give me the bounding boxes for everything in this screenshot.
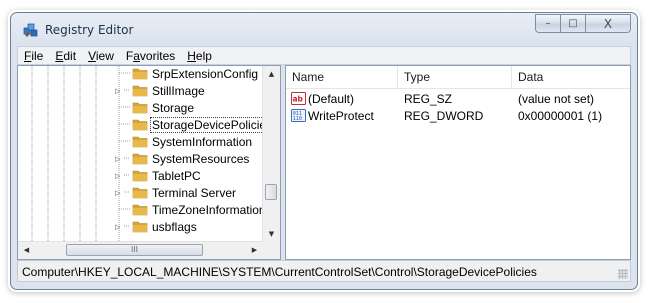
folder-icon xyxy=(132,153,148,165)
key-tree-pane[interactable]: SrpExtensionConfig StillImage ▷ Storage Stor… xyxy=(17,65,281,260)
tree-item-label: SystemInformation xyxy=(152,134,253,149)
tree-item[interactable]: SystemResources xyxy=(132,150,249,167)
tree-vertical-scrollbar[interactable]: ▲ ▼ xyxy=(262,66,280,243)
tree-item-label: SystemResources xyxy=(152,151,250,166)
menu-help[interactable]: Help xyxy=(181,49,218,63)
column-header-type[interactable]: Type xyxy=(398,66,512,88)
title-bar[interactable]: Registry Editor – □ X xyxy=(11,13,637,46)
value-row-writeprotect[interactable]: 011 110 WriteProtect REG_DWORD 0x0000000… xyxy=(286,107,630,124)
expand-arrow-icon[interactable]: ▷ xyxy=(115,223,123,231)
scroll-left-icon[interactable]: ◀ xyxy=(18,242,35,259)
registry-editor-icon xyxy=(23,23,38,37)
registry-editor-window: Registry Editor – □ X File Edit View Fav… xyxy=(10,12,638,290)
value-name-cell: ab (Default) xyxy=(291,91,355,106)
window-title: Registry Editor xyxy=(45,23,134,37)
folder-icon xyxy=(132,102,148,114)
tree-item[interactable]: StorageDevicePolicies xyxy=(132,116,275,133)
menu-file[interactable]: File xyxy=(18,49,49,63)
tree-item-label: TimeZoneInformation xyxy=(152,202,266,217)
expand-arrow-icon[interactable]: ▷ xyxy=(115,172,123,180)
svg-text:ab: ab xyxy=(293,95,304,104)
binary-value-icon: 011 110 xyxy=(291,109,306,122)
values-list-pane[interactable]: Name Type Data ab (Default) REG_SZ (valu… xyxy=(285,65,631,260)
minimize-button[interactable]: – xyxy=(535,14,561,33)
minimize-icon: – xyxy=(545,18,551,29)
menu-favorites[interactable]: Favorites xyxy=(120,49,181,63)
tree-item-label: TabletPC xyxy=(152,168,201,183)
tree-item[interactable]: SystemInformation xyxy=(132,133,252,150)
tree-item[interactable]: Storage xyxy=(132,99,194,116)
scroll-down-icon[interactable]: ▼ xyxy=(263,226,280,243)
tree-item-label: StillImage xyxy=(152,83,205,98)
resize-grip-icon[interactable] xyxy=(618,269,628,279)
value-type-cell: REG_DWORD xyxy=(404,108,484,123)
client-area: SrpExtensionConfig StillImage ▷ Storage Stor… xyxy=(17,65,631,260)
tree-item-label: SrpExtensionConfig xyxy=(152,66,259,81)
tree-item[interactable]: TimeZoneInformation xyxy=(132,201,266,218)
tree-horizontal-scrollbar[interactable]: ◀ III ▶ xyxy=(18,241,263,259)
folder-icon xyxy=(132,221,148,233)
expand-arrow-icon[interactable]: ▷ xyxy=(115,189,123,197)
folder-icon xyxy=(132,187,148,199)
tree-item[interactable]: StillImage xyxy=(132,82,205,99)
tree-item-label: StorageDevicePolicies xyxy=(150,116,275,133)
current-key-path: Computer\HKEY_LOCAL_MACHINE\SYSTEM\Curre… xyxy=(22,265,537,279)
folder-icon xyxy=(132,119,148,131)
scroll-thumb[interactable] xyxy=(265,184,277,200)
menu-edit[interactable]: Edit xyxy=(49,49,82,63)
caption-buttons: – □ X xyxy=(535,14,631,34)
scroll-thumb-horizontal[interactable]: III xyxy=(66,244,203,256)
scrollbar-corner xyxy=(263,242,280,259)
scroll-up-icon[interactable]: ▲ xyxy=(263,66,280,83)
tree-item-label: Storage xyxy=(152,100,195,115)
expand-arrow-icon[interactable]: ▷ xyxy=(115,87,123,95)
value-row-default[interactable]: ab (Default) REG_SZ (value not set) xyxy=(286,90,630,107)
list-header: Name Type Data xyxy=(286,66,630,89)
status-bar: Computer\HKEY_LOCAL_MACHINE\SYSTEM\Curre… xyxy=(17,260,631,282)
folder-icon xyxy=(132,170,148,182)
close-button[interactable]: X xyxy=(586,14,631,33)
scroll-right-icon[interactable]: ▶ xyxy=(246,242,263,259)
tree-item[interactable]: TabletPC xyxy=(132,167,201,184)
value-type-cell: REG_SZ xyxy=(404,91,453,106)
folder-icon xyxy=(132,68,148,80)
value-name-cell: 011 110 WriteProtect xyxy=(291,108,374,123)
svg-text:110: 110 xyxy=(293,116,302,122)
value-data-cell: 0x00000001 (1) xyxy=(518,108,603,123)
close-icon: X xyxy=(603,16,613,31)
menu-bar: File Edit View Favorites Help xyxy=(17,46,631,65)
folder-icon xyxy=(132,204,148,216)
menu-view[interactable]: View xyxy=(82,49,120,63)
tree-item[interactable]: Terminal Server xyxy=(132,184,236,201)
maximize-icon: □ xyxy=(568,18,578,29)
column-header-data[interactable]: Data xyxy=(512,66,630,88)
scroll-grip: III xyxy=(130,245,139,254)
maximize-button[interactable]: □ xyxy=(561,14,586,33)
folder-icon xyxy=(132,136,148,148)
tree-item[interactable]: SrpExtensionConfig xyxy=(132,66,259,82)
tree-item-label: Terminal Server xyxy=(152,185,237,200)
expand-arrow-icon[interactable]: ▷ xyxy=(115,155,123,163)
string-value-icon: ab xyxy=(291,92,306,105)
column-header-name[interactable]: Name xyxy=(286,66,398,88)
value-data-cell: (value not set) xyxy=(518,91,595,106)
tree-item-label: usbflags xyxy=(152,219,197,234)
tree-item[interactable]: usbflags xyxy=(132,218,197,235)
folder-icon xyxy=(132,85,148,97)
